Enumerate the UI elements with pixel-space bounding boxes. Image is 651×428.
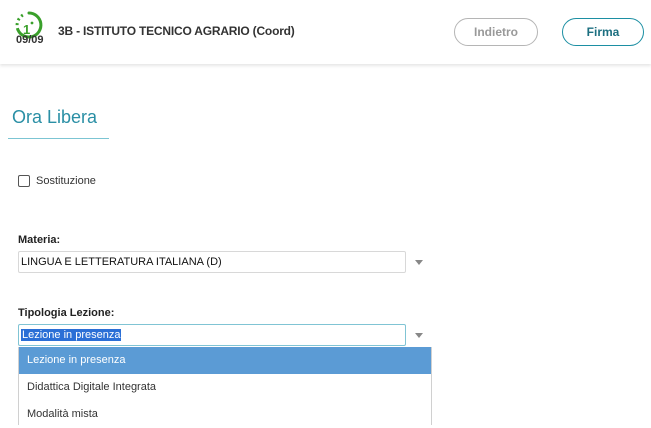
sign-button[interactable]: Firma <box>562 18 644 46</box>
substitution-label: Sostituzione <box>36 175 96 187</box>
section-title: Ora Libera <box>12 107 98 127</box>
materia-label: Materia: <box>18 234 61 246</box>
tipologia-dropdown: Lezione in presenza Didattica Digitale I… <box>18 347 432 425</box>
tipologia-select[interactable]: Lezione in presenza <box>18 324 406 346</box>
checkbox-box[interactable] <box>18 175 30 187</box>
chevron-down-icon[interactable] <box>415 260 423 265</box>
dropdown-option-presenza[interactable]: Lezione in presenza <box>19 347 431 374</box>
dropdown-option-mista[interactable]: Modalità mista <box>19 401 431 428</box>
chevron-down-icon[interactable] <box>415 333 423 338</box>
dropdown-option-ddi[interactable]: Didattica Digitale Integrata <box>19 374 431 401</box>
materia-select[interactable]: LINGUA E LETTERATURA ITALIANA (D) <box>18 251 406 273</box>
tipologia-label: Tipologia Lezione: <box>18 307 115 319</box>
substitution-checkbox[interactable]: Sostituzione <box>18 175 96 187</box>
materia-value: LINGUA E LETTERATURA ITALIANA (D) <box>21 256 222 268</box>
section-underline <box>8 138 109 139</box>
hour-number: 09/09 <box>16 34 44 46</box>
tipologia-value: Lezione in presenza <box>21 329 122 341</box>
back-button[interactable]: Indietro <box>454 18 538 46</box>
class-title: 3B - ISTITUTO TECNICO AGRARIO (Coord) <box>58 24 295 38</box>
top-bar: 1 09/09 3B - ISTITUTO TECNICO AGRARIO (C… <box>0 0 651 64</box>
